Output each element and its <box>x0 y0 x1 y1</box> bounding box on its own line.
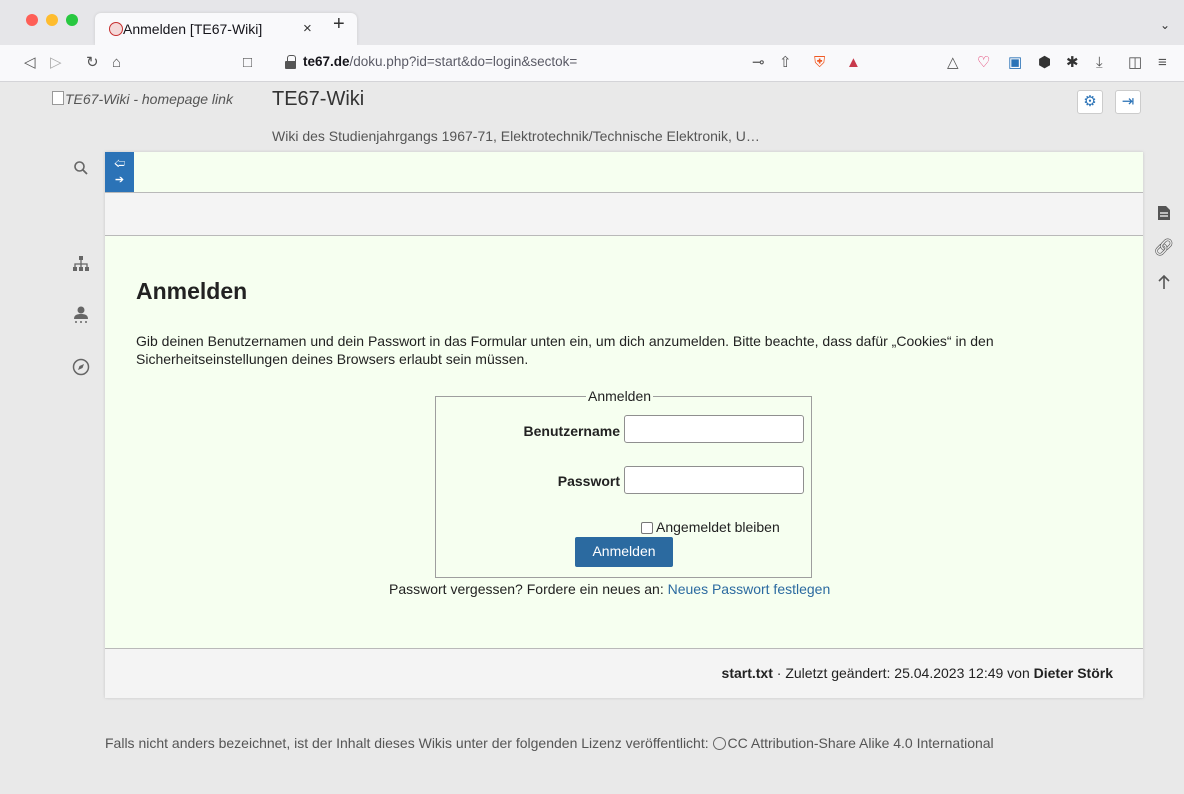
site-tagline: Wiki des Studienjahrgangs 1967-71, Elekt… <box>272 128 760 144</box>
doc-filename: start.txt <box>721 665 773 681</box>
sidebar-toggle-icon[interactable]: ◫ <box>1128 52 1142 74</box>
remember-me-checkbox[interactable] <box>641 522 653 534</box>
browser-nav-bar: ◁ ▷ ↻ ⌂ □ te67.de/doku.php?id=start&do=l… <box>0 45 1184 82</box>
doc-last-modified: · Zuletzt geändert: 25.04.2023 12:49 von <box>772 665 1034 681</box>
bookmark-icon[interactable]: □ <box>243 52 252 74</box>
login-description: Gib deinen Benutzernamen und dein Passwo… <box>136 333 994 367</box>
divider <box>105 235 1143 236</box>
key-icon[interactable]: ⊸ <box>752 52 765 74</box>
doc-author[interactable]: Dieter Störk <box>1034 665 1113 681</box>
share-icon[interactable]: ⇧ <box>779 52 792 74</box>
back-icon[interactable]: ◁ <box>24 52 36 74</box>
home-icon[interactable]: ⌂ <box>112 52 121 74</box>
page-source-icon[interactable] <box>1152 205 1176 226</box>
login-submit-button[interactable]: Anmelden <box>575 537 673 567</box>
favicon-icon <box>109 22 123 36</box>
sidebar-toggle-button[interactable]: 🢠 ➔ <box>105 152 134 192</box>
arrow-left-icon: 🢠 <box>113 158 126 170</box>
site-logo-link[interactable]: TE67-Wiki - homepage link <box>52 90 242 108</box>
lock-icon-body <box>285 61 296 69</box>
remember-me-label[interactable]: Angemeldet bleiben <box>656 519 780 535</box>
browser-tab-active[interactable]: Anmelden [TE67-Wiki] × <box>95 13 357 45</box>
login-form-legend: Anmelden <box>588 388 652 404</box>
arrow-right-icon: ➔ <box>114 174 125 186</box>
license-footer: Falls nicht anders bezeichnet, ist der I… <box>105 735 994 751</box>
extensions-puzzle-icon[interactable]: ✱ <box>1066 52 1079 74</box>
reload-icon[interactable]: ↻ <box>86 52 99 74</box>
pocket-icon[interactable]: ♡ <box>977 52 990 74</box>
new-tab-button[interactable]: + <box>333 13 345 36</box>
extension-cloud-icon[interactable]: △ <box>947 52 959 74</box>
license-link[interactable]: CC Attribution-Share Alike 4.0 Internati… <box>728 735 994 751</box>
cc-license-icon <box>712 737 726 750</box>
brave-shield-icon[interactable]: ⛨ <box>814 52 825 74</box>
site-title[interactable]: TE67-Wiki <box>272 88 364 111</box>
breadcrumb-strip <box>105 193 1143 235</box>
extension-bitwarden-icon[interactable]: ▣ <box>1008 52 1022 74</box>
back-to-top-icon[interactable] <box>1152 274 1176 295</box>
forgot-password-text: Passwort vergessen? Fordere ein neues an… <box>389 581 830 597</box>
sitemap-icon[interactable] <box>66 255 96 278</box>
license-text: Falls nicht anders bezeichnet, ist der I… <box>105 735 713 751</box>
extension-hexagon-icon[interactable]: ⬢ <box>1038 52 1051 74</box>
tab-title: Anmelden [TE67-Wiki] <box>123 21 263 37</box>
reset-password-link[interactable]: Neues Passwort festlegen <box>668 581 831 597</box>
url-path: /doku.php?id=start&do=login&sectok= <box>349 54 578 69</box>
maximize-window-button[interactable] <box>66 14 78 26</box>
doc-info-footer: start.txt · Zuletzt geändert: 25.04.2023… <box>105 649 1143 698</box>
logo-alt-text: TE67-Wiki - homepage link <box>65 91 233 107</box>
brave-rewards-icon[interactable]: ▲ <box>846 52 861 74</box>
password-label: Passwort <box>557 473 620 489</box>
content-card: 🢠 ➔ Anmelden Gib deinen Benutzernamen und… <box>105 152 1143 698</box>
minimize-window-button[interactable] <box>46 14 58 26</box>
close-window-button[interactable] <box>26 14 38 26</box>
menu-icon[interactable]: ≡ <box>1158 52 1167 74</box>
doc-info: start.txt · Zuletzt geändert: 25.04.2023… <box>722 665 1113 681</box>
search-icon[interactable] <box>66 160 96 181</box>
username-input[interactable] <box>624 415 804 443</box>
tab-list-chevron-icon[interactable]: ⌄ <box>1160 18 1170 32</box>
address-bar[interactable]: te67.de/doku.php?id=start&do=login&secto… <box>303 54 577 69</box>
forgot-password-prompt: Passwort vergessen? Fordere ein neues an… <box>389 581 668 597</box>
password-input[interactable] <box>624 466 804 494</box>
admin-gear-icon[interactable]: ⚙ <box>1077 90 1103 114</box>
compass-icon[interactable] <box>66 358 96 381</box>
broken-image-icon <box>52 91 64 105</box>
tab-close-icon[interactable]: × <box>303 20 312 37</box>
username-label: Benutzername <box>523 423 620 439</box>
login-icon[interactable]: ⇥ <box>1115 90 1141 114</box>
downloads-icon[interactable]: ⤓ <box>1096 52 1103 74</box>
forward-icon[interactable]: ▷ <box>50 52 62 74</box>
user-icon[interactable] <box>66 305 96 330</box>
link-icon[interactable]: 🔗︎ <box>1152 238 1176 258</box>
url-host: te67.de <box>303 54 350 69</box>
page-title: Anmelden <box>136 278 248 304</box>
browser-tab-bar: Anmelden [TE67-Wiki] × + ⌄ <box>0 0 1184 45</box>
